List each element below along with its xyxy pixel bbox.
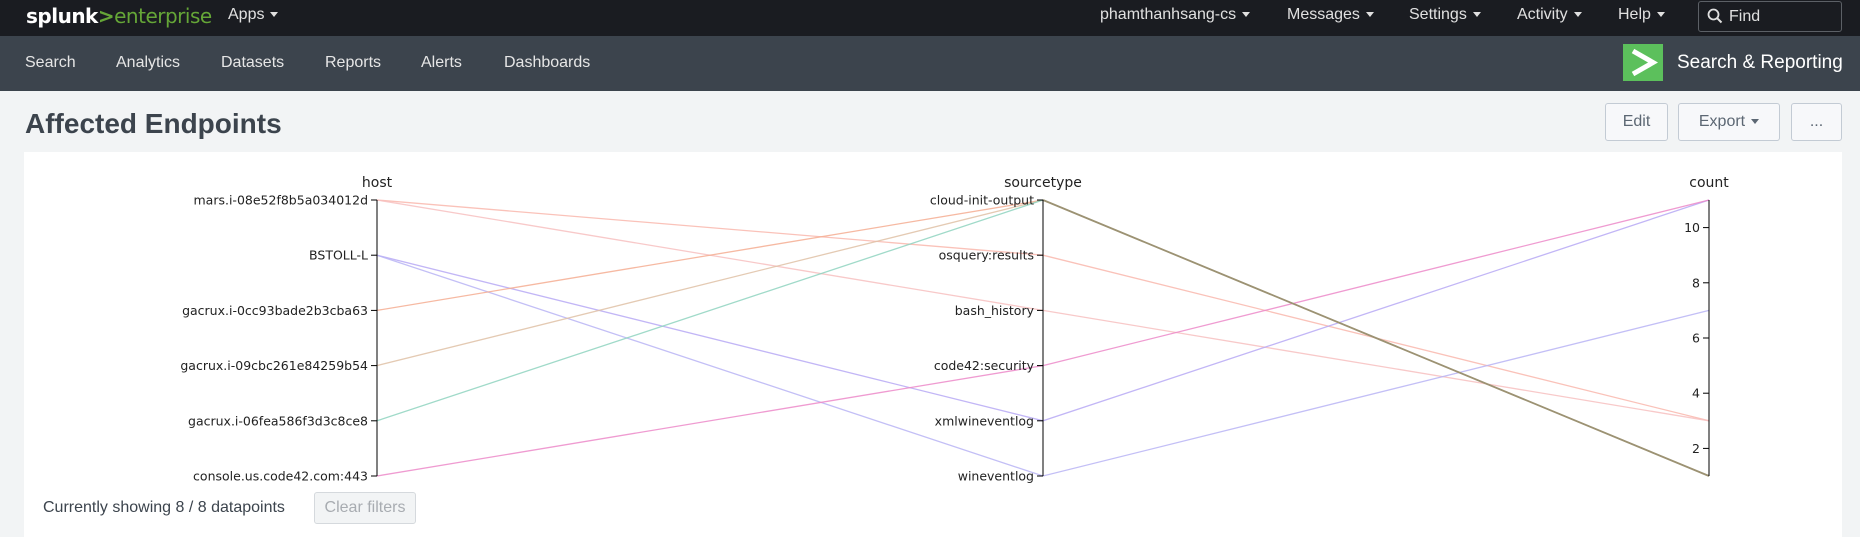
sourcetype-tick-label: cloud-init-output bbox=[930, 193, 1034, 208]
datapoints-status: Currently showing 8 / 8 datapoints bbox=[43, 499, 285, 516]
host-tick-label: gacrux.i-09cbc261e84259b54 bbox=[180, 358, 368, 373]
sourcetype-tick-label: wineventlog bbox=[958, 469, 1034, 484]
count-tick-label: 4 bbox=[1692, 386, 1700, 401]
host-tick-label: BSTOLL-L bbox=[309, 248, 368, 263]
axis-title-count: count bbox=[1689, 175, 1729, 191]
count-tick-label: 8 bbox=[1692, 275, 1700, 290]
host-tick-label: gacrux.i-0cc93bade2b3cba63 bbox=[182, 303, 368, 318]
host-tick-label: gacrux.i-06fea586f3d3c8ce8 bbox=[188, 413, 368, 428]
host-tick-label: console.us.code42.com:443 bbox=[193, 469, 368, 484]
sourcetype-tick-label: bash_history bbox=[955, 303, 1035, 318]
host-tick-label: mars.i-08e52f8b5a034012d bbox=[194, 193, 369, 208]
axis-title-host: host bbox=[362, 175, 393, 191]
sourcetype-tick-label: osquery:results bbox=[939, 248, 1034, 263]
parallel-coordinates-chart[interactable]: host sourcetype count mars.i-08e52f8b5a0340… bbox=[0, 0, 1860, 537]
sourcetype-tick-label: xmlwineventlog bbox=[935, 413, 1034, 428]
clear-filters-button: Clear filters bbox=[314, 492, 416, 524]
sourcetype-tick-label: code42:security bbox=[934, 358, 1035, 373]
axis-title-sourcetype: sourcetype bbox=[1004, 175, 1082, 191]
series-line-highlight bbox=[1042, 199, 1710, 477]
count-tick-label: 10 bbox=[1684, 220, 1700, 235]
count-tick-label: 2 bbox=[1692, 441, 1700, 456]
count-tick-label: 6 bbox=[1692, 331, 1700, 346]
